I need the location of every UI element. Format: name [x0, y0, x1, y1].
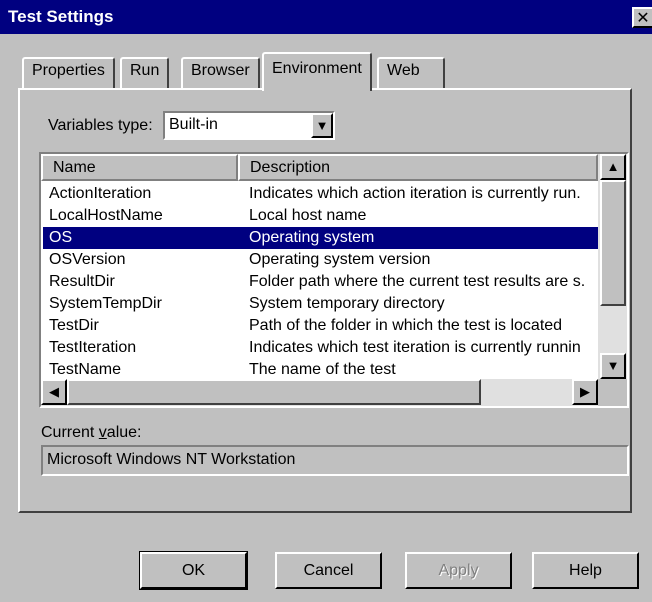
ok-button[interactable]: OK	[139, 551, 248, 590]
scrollbar-corner	[598, 379, 627, 406]
cancel-button[interactable]: Cancel	[275, 552, 382, 589]
variable-name: TestIteration	[49, 339, 137, 356]
list-item[interactable]: ResultDir Folder path where the current t…	[43, 271, 600, 293]
label-text: alue:	[106, 424, 142, 441]
variable-name: LocalHostName	[49, 207, 163, 224]
column-header-name[interactable]: Name	[41, 154, 238, 181]
scroll-down-button[interactable]: ▼	[600, 353, 626, 379]
list-item[interactable]: OSVersion Operating system version	[43, 249, 600, 271]
list-item[interactable]: TestIteration Indicates which test iterat…	[43, 337, 600, 359]
horizontal-scroll-thumb[interactable]	[67, 379, 481, 405]
list-item[interactable]: ActionIteration Indicates which action it…	[43, 183, 600, 205]
variable-description: The name of the test	[249, 361, 396, 378]
scroll-left-button[interactable]: ◀	[41, 379, 67, 405]
tab-browser[interactable]: Browser	[181, 57, 260, 88]
arrow-left-icon: ◀	[49, 384, 59, 399]
variable-description: Path of the folder in which the test is …	[249, 317, 563, 334]
variables-type-label: Variables type:	[48, 117, 153, 134]
vertical-scroll-thumb[interactable]	[600, 180, 626, 306]
tab-label: Environment	[272, 60, 362, 77]
variable-name: TestName	[49, 361, 122, 378]
vertical-scrollbar[interactable]: ▲ ▼	[598, 154, 627, 381]
variable-description: Indicates which test iteration is curren…	[249, 339, 581, 356]
horizontal-scrollbar[interactable]: ◀ ▶	[41, 379, 598, 406]
variable-description: Local host name	[249, 207, 367, 224]
tab-web[interactable]: Web	[377, 57, 445, 88]
list-item[interactable]: TestDir Path of the folder in which the t…	[43, 315, 600, 337]
variable-name: OS	[49, 229, 73, 246]
variables-type-select[interactable]: Built-in ▼	[163, 111, 335, 140]
tab-properties[interactable]: Properties	[22, 57, 115, 88]
variables-list[interactable]: Name Description ActionIteration Indicate…	[39, 152, 629, 408]
tab-label: Web	[387, 62, 420, 79]
dropdown-button[interactable]: ▼	[311, 113, 333, 138]
variable-description: Folder path where the current test resul…	[249, 273, 586, 290]
label-accelerator: v	[98, 424, 107, 441]
column-header-description[interactable]: Description	[238, 154, 598, 181]
test-settings-dialog: Test Settings ✕ Properties Run Browser E…	[0, 0, 652, 602]
list-item[interactable]: TestName The name of the test	[43, 359, 600, 381]
variable-description: Operating system	[249, 229, 375, 246]
chevron-down-icon: ▼	[315, 118, 329, 133]
scroll-up-button[interactable]: ▲	[600, 154, 626, 180]
close-button[interactable]: ✕	[632, 7, 652, 28]
tab-environment[interactable]: Environment	[262, 52, 372, 91]
variable-description: Operating system version	[249, 251, 431, 268]
tab-run[interactable]: Run	[120, 57, 170, 88]
help-button[interactable]: Help	[532, 552, 639, 589]
title-bar: Test Settings ✕	[0, 0, 652, 34]
tab-label: Run	[130, 62, 160, 79]
list-item-selected[interactable]: OS Operating system	[43, 227, 600, 249]
variable-name: ResultDir	[49, 273, 115, 290]
label-text: Current	[41, 424, 99, 441]
list-item[interactable]: LocalHostName Local host name	[43, 205, 600, 227]
tab-label: Browser	[191, 62, 250, 79]
variable-name: SystemTempDir	[49, 295, 162, 312]
list-item[interactable]: SystemTempDir System temporary directory	[43, 293, 600, 315]
button-label: Help	[569, 562, 602, 579]
apply-button[interactable]: Apply	[405, 552, 512, 589]
variable-description: System temporary directory	[249, 295, 445, 312]
dialog-title: Test Settings	[8, 7, 114, 26]
current-value-label: Current value:	[41, 424, 142, 442]
current-value-text: Microsoft Windows NT Workstation	[47, 451, 296, 468]
current-value-field[interactable]: Microsoft Windows NT Workstation	[41, 445, 629, 476]
arrow-down-icon: ▼	[606, 358, 620, 373]
button-label: Cancel	[303, 562, 354, 579]
variables-type-value: Built-in	[169, 116, 218, 133]
close-icon: ✕	[636, 10, 650, 27]
column-header-label: Description	[250, 159, 331, 176]
button-label: Apply	[438, 562, 479, 579]
arrow-right-icon: ▶	[580, 384, 590, 399]
button-label: OK	[181, 562, 206, 579]
column-header-label: Name	[53, 159, 96, 176]
tab-label: Properties	[32, 62, 105, 79]
scroll-right-button[interactable]: ▶	[572, 379, 598, 405]
variable-name: TestDir	[49, 317, 99, 334]
variable-name: OSVersion	[49, 251, 126, 268]
variable-name: ActionIteration	[49, 185, 152, 202]
arrow-up-icon: ▲	[606, 159, 620, 174]
variable-description: Indicates which action iteration is curr…	[249, 185, 581, 202]
